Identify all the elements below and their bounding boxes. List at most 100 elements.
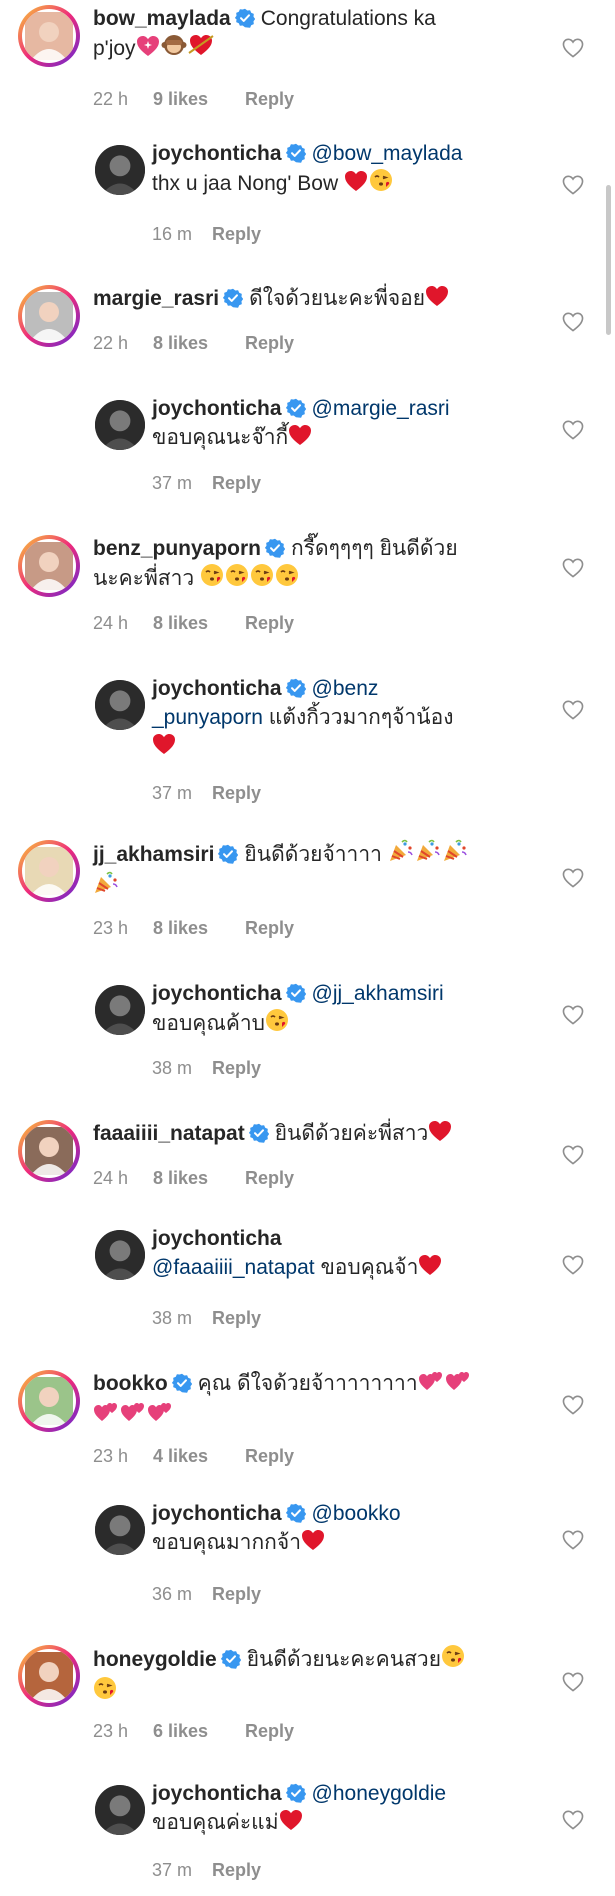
two-hearts-emoji — [93, 1401, 119, 1431]
avatar[interactable] — [95, 680, 145, 730]
reply-button[interactable]: Reply — [212, 1583, 261, 1605]
reply-button[interactable]: Reply — [245, 612, 294, 634]
avatar-photo — [95, 1230, 145, 1280]
likes-count[interactable]: 8 likes — [153, 1167, 245, 1189]
comment-body: thx u jaa Nong' Bow — [152, 172, 344, 195]
like-heart-icon[interactable] — [562, 868, 584, 888]
likes-count[interactable]: 6 likes — [153, 1720, 245, 1742]
reply-button[interactable]: Reply — [245, 917, 294, 939]
avatar[interactable] — [18, 535, 80, 597]
comment-text: faaaiiii_natapat ยินดีด้วยค่ะพี่สาว — [93, 1119, 453, 1150]
reply-button[interactable]: Reply — [245, 88, 294, 110]
reply-button[interactable]: Reply — [212, 1057, 261, 1079]
avatar[interactable] — [18, 840, 80, 902]
mention-link[interactable]: @faaaiiii_natapat — [152, 1256, 315, 1279]
username[interactable]: joychonticha — [152, 982, 282, 1005]
avatar-photo — [25, 12, 73, 60]
username[interactable]: joychonticha — [152, 397, 282, 420]
avatar-photo — [25, 292, 73, 340]
mention-link[interactable]: @benz — [312, 677, 379, 700]
like-heart-icon[interactable] — [562, 312, 584, 332]
likes-count[interactable]: 8 likes — [153, 332, 245, 354]
avatar[interactable] — [18, 285, 80, 347]
comment-body: คุณ ดีใจด้วยจ้าาาาาาาา — [197, 1372, 418, 1395]
reply-button[interactable]: Reply — [245, 1445, 294, 1467]
username[interactable]: margie_rasri — [93, 287, 219, 310]
avatar-photo — [95, 400, 145, 450]
username[interactable]: bookko — [93, 1372, 168, 1395]
comment-text: honeygoldie ยินดีด้วยนะคะคนสวย — [93, 1644, 466, 1708]
username[interactable]: jj_akhamsiri — [93, 843, 214, 866]
comment-body: ขอบคุณจ้า — [314, 1256, 419, 1279]
like-heart-icon[interactable] — [562, 175, 584, 195]
reply-button[interactable]: Reply — [245, 332, 294, 354]
reply-button[interactable]: Reply — [212, 1859, 261, 1881]
avatar[interactable] — [95, 145, 145, 195]
avatar-photo — [25, 542, 73, 590]
avatar[interactable] — [18, 1370, 80, 1432]
username[interactable]: joychonticha — [152, 1782, 282, 1805]
mention-link[interactable]: _punyaporn — [152, 706, 263, 729]
like-heart-icon[interactable] — [562, 420, 584, 440]
verified-badge-icon — [234, 8, 255, 28]
mention-link[interactable]: @margie_rasri — [312, 397, 450, 420]
avatar[interactable] — [95, 1785, 145, 1835]
like-heart-icon[interactable] — [562, 1530, 584, 1550]
avatar[interactable] — [95, 1230, 145, 1280]
username[interactable]: joychonticha — [152, 1227, 282, 1250]
like-heart-icon[interactable] — [562, 1672, 584, 1692]
like-heart-icon[interactable] — [562, 1005, 584, 1025]
like-heart-icon[interactable] — [562, 1395, 584, 1415]
reply-button[interactable]: Reply — [212, 223, 261, 245]
avatar[interactable] — [18, 5, 80, 67]
reply-comment-text: joychonticha @margie_rasri ขอบคุณนะจ๊ากี้ — [152, 394, 450, 454]
like-heart-icon[interactable] — [562, 700, 584, 720]
reply-comment-text: joychonticha @benz _punyaporn แต้งกิ้ววมาก… — [152, 674, 453, 763]
reply-comment-text: joychonticha @faaaiiii_natapat ขอบคุณจ้า — [152, 1224, 443, 1284]
like-heart-icon[interactable] — [562, 1255, 584, 1275]
verified-badge-icon — [285, 143, 306, 163]
username[interactable]: joychonticha — [152, 1502, 282, 1525]
reply-button[interactable]: Reply — [245, 1167, 294, 1189]
avatar[interactable] — [95, 400, 145, 450]
two-hearts-emoji — [445, 1370, 471, 1400]
reply-button[interactable]: Reply — [212, 472, 261, 494]
comment-body: ยินดีด้วยนะคะคนสวย — [246, 1648, 441, 1671]
likes-count[interactable]: 9 likes — [153, 88, 245, 110]
likes-count[interactable]: 4 likes — [153, 1445, 245, 1467]
scrollbar[interactable] — [606, 185, 611, 335]
mention-link[interactable]: @jj_akhamsiri — [312, 982, 444, 1005]
username[interactable]: bow_maylada — [93, 7, 231, 30]
comment-text: bookko คุณ ดีใจด้วยจ้าาาาาาาา — [93, 1369, 472, 1431]
avatar[interactable] — [95, 1505, 145, 1555]
mention-link[interactable]: @honeygoldie — [312, 1782, 447, 1805]
reply-button[interactable]: Reply — [212, 782, 261, 804]
comment-body: ดีใจด้วยนะคะพี่จอย — [249, 287, 426, 310]
avatar[interactable] — [18, 1120, 80, 1182]
username[interactable]: benz_punyaporn — [93, 537, 261, 560]
two-hearts-emoji — [120, 1401, 146, 1431]
comment-text: benz_punyaporn กรี๊ดๆๆๆๆ ยินดีด้วย นะคะพี่… — [93, 534, 458, 595]
username[interactable]: joychonticha — [152, 677, 282, 700]
username[interactable]: honeygoldie — [93, 1648, 217, 1671]
timestamp: 24 h — [93, 1168, 129, 1188]
mention-link[interactable]: @bookko — [312, 1502, 401, 1525]
like-heart-icon[interactable] — [562, 1145, 584, 1165]
timestamp: 37 m — [152, 473, 193, 493]
like-heart-icon[interactable] — [562, 1810, 584, 1830]
likes-count[interactable]: 8 likes — [153, 917, 245, 939]
like-heart-icon[interactable] — [562, 38, 584, 58]
username[interactable]: faaaiiii_natapat — [93, 1122, 245, 1145]
like-heart-icon[interactable] — [562, 558, 584, 578]
party-emoji — [415, 839, 441, 871]
reply-button[interactable]: Reply — [245, 1720, 294, 1742]
likes-count[interactable]: 8 likes — [153, 612, 245, 634]
mention-link[interactable]: @bow_maylada — [312, 142, 463, 165]
avatar[interactable] — [95, 985, 145, 1035]
avatar[interactable] — [18, 1645, 80, 1707]
verified-badge-icon — [285, 1503, 306, 1523]
reply-button[interactable]: Reply — [212, 1307, 261, 1329]
comment-text: jj_akhamsiri ยินดีด้วยจ้าาาา — [93, 839, 469, 903]
verified-badge-icon — [265, 538, 286, 558]
username[interactable]: joychonticha — [152, 142, 282, 165]
